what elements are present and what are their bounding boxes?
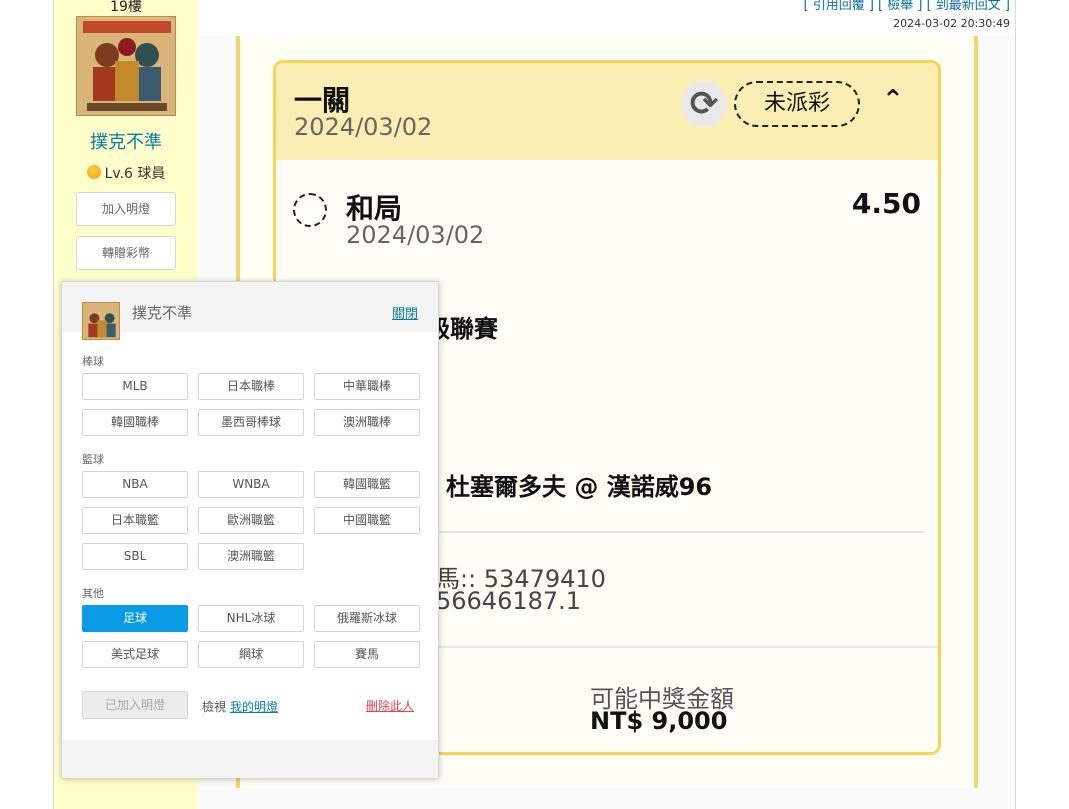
chip-mlb[interactable]: MLB — [82, 373, 188, 400]
username[interactable]: 撲克不準 — [54, 128, 198, 154]
chip-abl[interactable]: 澳洲職棒 — [314, 409, 420, 436]
match-name: 杜塞爾多夫 @ 漢諾威96 — [446, 473, 713, 501]
chevron-up-icon: ⌃ — [882, 85, 904, 115]
chip-nhl[interactable]: NHL冰球 — [198, 605, 304, 632]
view-my-lights: 檢視 我的明燈 — [202, 698, 278, 715]
avatar-image — [83, 303, 119, 339]
popup-avatar — [82, 302, 120, 340]
frame-border-right — [1015, 0, 1016, 809]
slip-divider — [436, 531, 924, 533]
status-badge: 未派彩 — [734, 81, 860, 127]
chip-kbo[interactable]: 韓國職棒 — [82, 409, 188, 436]
selection-date: 2024/03/02 — [346, 221, 485, 249]
chip-horse-racing[interactable]: 賽馬 — [314, 641, 420, 668]
prize-amount: NT$ 9,000 — [590, 707, 728, 735]
refresh-icon: ⟳ — [681, 81, 727, 127]
post-timestamp: 2024-03-02 20:30:49 — [893, 17, 1010, 30]
selection-circle-icon — [293, 193, 327, 227]
avatar-image — [77, 17, 175, 115]
user-level: Lv.6 球員 — [54, 163, 198, 183]
follow-popup: 撲克不準 關閉 棒球 MLB 日本職棒 中華職棒 韓國職棒 墨西哥棒球 澳洲職棒… — [61, 281, 439, 778]
remove-user-link[interactable]: 刪除此人 — [366, 697, 414, 714]
chip-nba[interactable]: NBA — [82, 471, 188, 498]
level-badge-icon — [86, 165, 101, 179]
group-label-baseball: 棒球 — [82, 355, 104, 368]
chip-euroleague[interactable]: 歐洲職籃 — [198, 507, 304, 534]
user-level-text: Lv.6 球員 — [104, 166, 166, 182]
avatar[interactable] — [76, 16, 176, 116]
group-label-other: 其他 — [82, 587, 104, 600]
selection-odds: 4.50 — [851, 187, 921, 220]
chip-cba[interactable]: 中國職籃 — [314, 507, 420, 534]
popup-footer — [62, 740, 438, 778]
my-lights-link[interactable]: 我的明燈 — [230, 700, 278, 714]
chip-mexican-baseball[interactable]: 墨西哥棒球 — [198, 409, 304, 436]
floor-number: 19樓 — [110, 0, 142, 15]
slip-edge-right — [974, 36, 978, 788]
chip-wnba[interactable]: WNBA — [198, 471, 304, 498]
chip-nbl[interactable]: 澳洲職籃 — [198, 543, 304, 570]
chip-bleague[interactable]: 日本職籃 — [82, 507, 188, 534]
chip-khl[interactable]: 俄羅斯冰球 — [314, 605, 420, 632]
gift-coins-button[interactable]: 轉贈彩幣 — [76, 236, 176, 270]
view-prefix: 檢視 — [202, 700, 227, 714]
popup-username: 撲克不準 — [132, 304, 193, 322]
chip-cpbl[interactable]: 中華職棒 — [314, 373, 420, 400]
chip-npb[interactable]: 日本職棒 — [198, 373, 304, 400]
chip-kbl[interactable]: 韓國職籃 — [314, 471, 420, 498]
chip-nfl[interactable]: 美式足球 — [82, 641, 188, 668]
chip-tennis[interactable]: 網球 — [198, 641, 304, 668]
chip-soccer[interactable]: 足球 — [82, 605, 188, 632]
added-light-button: 已加入明燈 — [82, 691, 188, 719]
slip-date: 2024/03/02 — [294, 113, 433, 141]
slip-info-line: 56646187.1 — [436, 587, 582, 615]
post-action-links[interactable]: [ 引用回覆 ] [ 檢舉 ] [ 到最新回文 ] — [780, 0, 1011, 13]
chip-sbl[interactable]: SBL — [82, 543, 188, 570]
close-link[interactable]: 關閉 — [392, 303, 418, 322]
add-light-button[interactable]: 加入明燈 — [76, 192, 176, 226]
group-label-basketball: 籃球 — [82, 453, 104, 466]
